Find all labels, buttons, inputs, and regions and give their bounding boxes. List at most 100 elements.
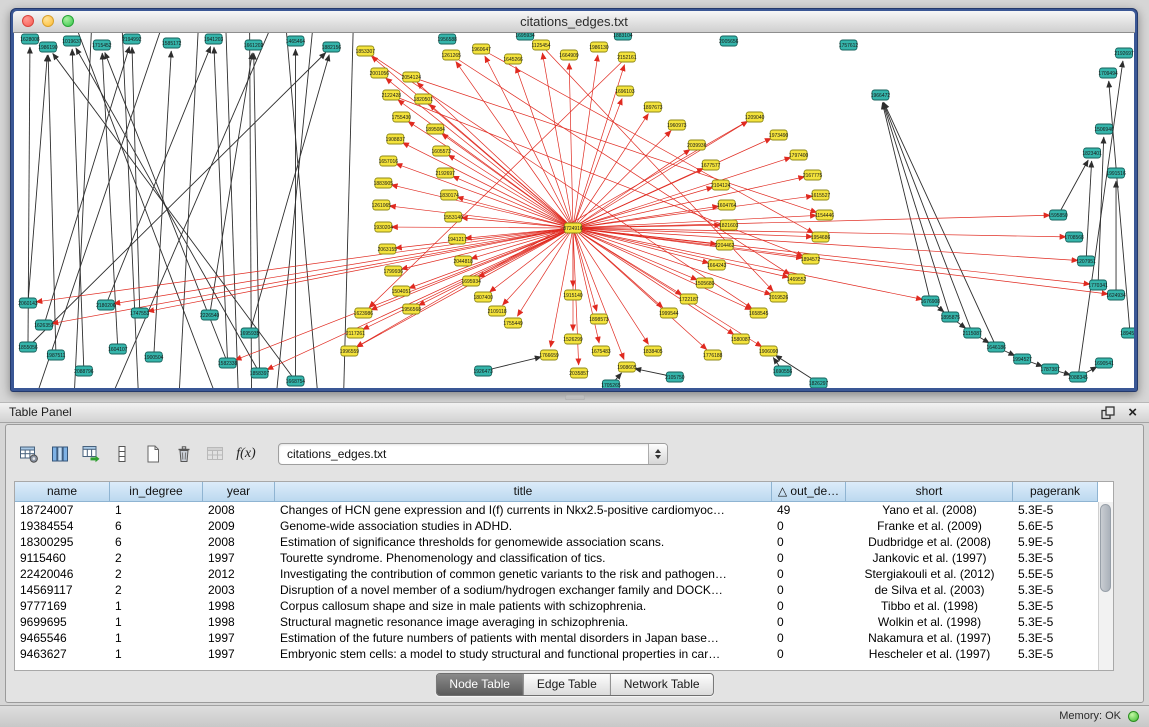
network-node[interactable]: 1883104	[613, 33, 633, 40]
network-node[interactable]: 1973490	[769, 130, 789, 140]
network-node[interactable]: 1823401	[1082, 148, 1102, 158]
network-node[interactable]: 1715452	[92, 40, 112, 50]
network-node[interactable]: 1755430	[392, 112, 412, 122]
network-node[interactable]: 2152161	[617, 52, 637, 62]
network-node[interactable]: 1690556	[773, 366, 793, 376]
network-node[interactable]: 1595850	[1048, 210, 1068, 220]
vertical-scrollbar[interactable]	[1098, 502, 1113, 670]
network-node[interactable]: 2115087	[963, 328, 982, 338]
network-node[interactable]: 1895875	[941, 312, 961, 322]
network-node[interactable]: 1628008	[20, 34, 40, 44]
network-node[interactable]: 1991516	[1106, 168, 1126, 178]
network-node[interactable]: 1799936	[384, 266, 404, 276]
table-settings-button[interactable]	[16, 441, 42, 467]
network-node[interactable]: 1941203	[204, 34, 224, 44]
network-node[interactable]: 1897673	[643, 102, 663, 112]
network-node[interactable]: 2204462	[715, 240, 735, 250]
network-node[interactable]: 1776188	[703, 350, 723, 360]
network-node[interactable]: 1757612	[839, 40, 859, 50]
network-node[interactable]: 1838405	[643, 346, 663, 356]
function-builder-button[interactable]: f(x)	[233, 441, 259, 467]
column-header-out_de[interactable]: △ out_de…	[772, 482, 846, 502]
table-row[interactable]: 1830029562008Estimation of significance …	[15, 534, 1098, 550]
network-node[interactable]: 2192697	[436, 168, 456, 178]
table-row[interactable]: 946554611997Estimation of the future num…	[15, 630, 1098, 646]
network-node[interactable]: 1807400	[473, 292, 493, 302]
network-hub-node[interactable]: 8724916	[563, 223, 583, 233]
network-node[interactable]: 1465464	[286, 36, 306, 46]
network-node[interactable]: 1908837	[386, 134, 406, 144]
network-node[interactable]: 1677577	[701, 160, 721, 170]
table-row[interactable]: 1938455462009Genome-wide association stu…	[15, 518, 1098, 534]
window-titlebar[interactable]: citations_edges.txt	[13, 11, 1135, 33]
tab-edge-table[interactable]: Edge Table	[523, 674, 610, 695]
network-node[interactable]: 1675483	[591, 346, 611, 356]
network-node[interactable]: 1900504	[144, 352, 164, 362]
network-node[interactable]: 1705265	[601, 380, 621, 388]
network-node[interactable]: 1996559	[340, 346, 360, 356]
network-node[interactable]: 1695935	[240, 328, 260, 338]
tab-network-table[interactable]: Network Table	[610, 674, 713, 695]
network-node[interactable]: 1469552	[787, 274, 807, 284]
network-node[interactable]: 2060143	[18, 298, 38, 308]
table-row[interactable]: 969969511998Structural magnetic resonanc…	[15, 614, 1098, 630]
network-node[interactable]: 2122428	[382, 90, 402, 100]
network-node[interactable]: 1994527	[1013, 354, 1033, 364]
network-node[interactable]: 1826297	[809, 378, 829, 388]
table-row[interactable]: 1872400712008Changes of HCN gene express…	[15, 502, 1098, 518]
network-node[interactable]: 1623986	[354, 308, 374, 318]
network-node[interactable]: 2117261	[346, 328, 365, 338]
network-node[interactable]: 1604107	[108, 344, 128, 354]
network-node[interactable]: 2226540	[200, 310, 220, 320]
column-header-name[interactable]: name	[15, 482, 110, 502]
network-node[interactable]: 1261065	[372, 200, 392, 210]
show-columns-button[interactable]	[47, 441, 73, 467]
tab-node-table[interactable]: Node Table	[436, 674, 523, 695]
network-node[interactable]: 1766659	[539, 350, 559, 360]
network-node[interactable]: 1125454	[532, 40, 551, 50]
network-node[interactable]: 1898573	[589, 314, 609, 324]
network-node[interactable]: 1019637	[62, 36, 82, 46]
network-node[interactable]: 1668754	[286, 376, 306, 386]
network-node[interactable]: 1882156	[322, 42, 342, 52]
network-node[interactable]: 1582338	[218, 358, 238, 368]
network-node[interactable]: 1605573	[432, 146, 452, 156]
network-node[interactable]: 1664243	[707, 260, 727, 270]
network-node[interactable]: 1966472	[871, 90, 891, 100]
network-node[interactable]: 1956568	[402, 304, 422, 314]
network-node[interactable]: 1855056	[18, 342, 38, 352]
network-node[interactable]: 1954686	[811, 232, 831, 242]
network-node[interactable]: 2019526	[769, 292, 789, 302]
network-node[interactable]: 1986190	[38, 42, 58, 52]
network-node[interactable]: 1830174	[440, 190, 460, 200]
network-node[interactable]: 1708568	[1064, 232, 1084, 242]
network-node[interactable]: 2005656	[719, 36, 739, 46]
network-node[interactable]: 1506946	[1094, 124, 1114, 134]
network-node[interactable]: 1821603	[719, 220, 739, 230]
network-node[interactable]: 2054124	[402, 72, 422, 82]
network-node[interactable]: 2194992	[122, 34, 142, 44]
column-header-in_degree[interactable]: in_degree	[110, 482, 203, 502]
column-header-pagerank[interactable]: pagerank	[1013, 482, 1098, 502]
table-row[interactable]: 1456911722003Disruption of a novel membe…	[15, 582, 1098, 598]
network-view-canvas[interactable]: 8724916185330720010562122428175543019088…	[14, 33, 1134, 388]
network-node[interactable]: 1526299	[563, 334, 583, 344]
network-node[interactable]: 1261265	[442, 50, 462, 60]
network-node[interactable]: 1709494	[1098, 68, 1118, 78]
network-node[interactable]: 2109118	[488, 306, 507, 316]
network-node[interactable]: 2167775	[803, 170, 823, 180]
network-node[interactable]: 1915140	[563, 290, 583, 300]
network-node[interactable]: 1894572	[801, 254, 821, 264]
network-node[interactable]: 1604764	[717, 200, 737, 210]
merge-table-button[interactable]	[202, 441, 228, 467]
row-selector-button[interactable]	[109, 441, 135, 467]
network-node[interactable]: 1580087	[731, 334, 751, 344]
network-node[interactable]: 1696103	[615, 86, 635, 96]
network-node[interactable]: 1894520	[1120, 328, 1134, 338]
column-header-short[interactable]: short	[846, 482, 1013, 502]
network-node[interactable]: 1906090	[759, 346, 779, 356]
close-panel-icon[interactable]: ×	[1128, 403, 1137, 422]
network-node[interactable]: 1553140	[444, 212, 464, 222]
close-window-button[interactable]	[22, 15, 34, 27]
network-node[interactable]: 2035857	[569, 368, 589, 378]
